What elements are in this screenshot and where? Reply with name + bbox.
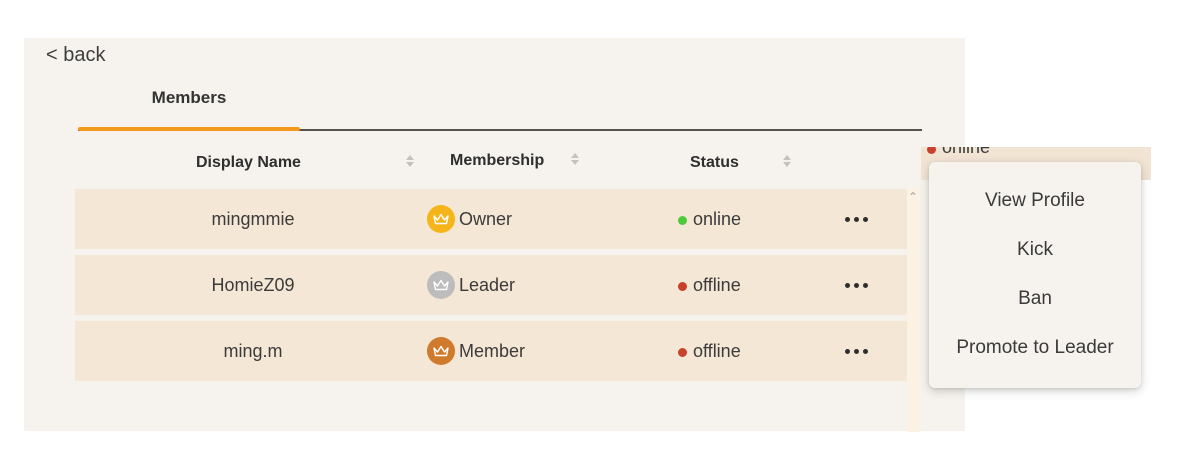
status-dot-icon — [678, 348, 687, 357]
table-row[interactable]: ming.m Member offline — [75, 321, 907, 381]
member-name: ming.m — [223, 340, 283, 361]
membership-cell: Owner — [427, 189, 512, 249]
status-dot-icon — [927, 147, 936, 154]
more-options-button[interactable] — [841, 273, 871, 297]
tab-members[interactable]: Members — [78, 88, 300, 108]
sort-membership-icon[interactable] — [571, 153, 579, 167]
members-panel: < back Members Display Name Membership S… — [24, 38, 965, 431]
more-options-button[interactable] — [841, 207, 871, 231]
scroll-up-arrow-icon[interactable]: ⌃ — [908, 190, 918, 204]
status-dot-icon — [678, 282, 687, 291]
table-row[interactable]: HomieZ09 Leader offline — [75, 255, 907, 315]
membership-label: Leader — [459, 274, 516, 295]
more-options-button[interactable] — [841, 339, 871, 363]
status-dot-icon — [678, 216, 687, 225]
status-cell: offline — [678, 321, 741, 381]
menu-item-kick[interactable]: Kick — [929, 239, 1141, 261]
sort-status-icon[interactable] — [783, 155, 791, 169]
member-name: HomieZ09 — [211, 274, 295, 295]
menu-item-ban[interactable]: Ban — [929, 288, 1141, 310]
crown-icon — [427, 271, 455, 299]
member-name: mingmmie — [211, 208, 295, 229]
status-label: online — [942, 147, 991, 157]
crown-icon — [427, 337, 455, 365]
membership-label: Member — [459, 340, 526, 361]
context-menu: View Profile Kick Ban Promote to Leader — [929, 162, 1141, 388]
membership-cell: Leader — [427, 255, 515, 315]
sort-display-name-icon[interactable] — [406, 155, 414, 169]
tab-active-indicator — [78, 127, 300, 131]
membership-label: Owner — [459, 208, 513, 229]
status-label: online — [693, 208, 742, 229]
crown-icon — [427, 205, 455, 233]
menu-item-view-profile[interactable]: View Profile — [929, 190, 1141, 212]
column-header-status[interactable]: Status — [690, 154, 739, 172]
status-cell: offline — [678, 255, 741, 315]
status-label: offline — [693, 274, 741, 295]
menu-item-promote-to-leader[interactable]: Promote to Leader — [929, 337, 1141, 359]
scrollbar[interactable] — [907, 188, 921, 432]
membership-cell: Member — [427, 321, 525, 381]
column-header-membership[interactable]: Membership — [450, 152, 544, 170]
status-cell: online — [678, 189, 741, 249]
column-header-display-name[interactable]: Display Name — [196, 154, 301, 172]
table-row[interactable]: mingmmie Owner online — [75, 189, 907, 249]
back-link[interactable]: < back — [46, 44, 105, 67]
status-label: offline — [693, 340, 741, 361]
status-cell: online — [927, 147, 990, 158]
